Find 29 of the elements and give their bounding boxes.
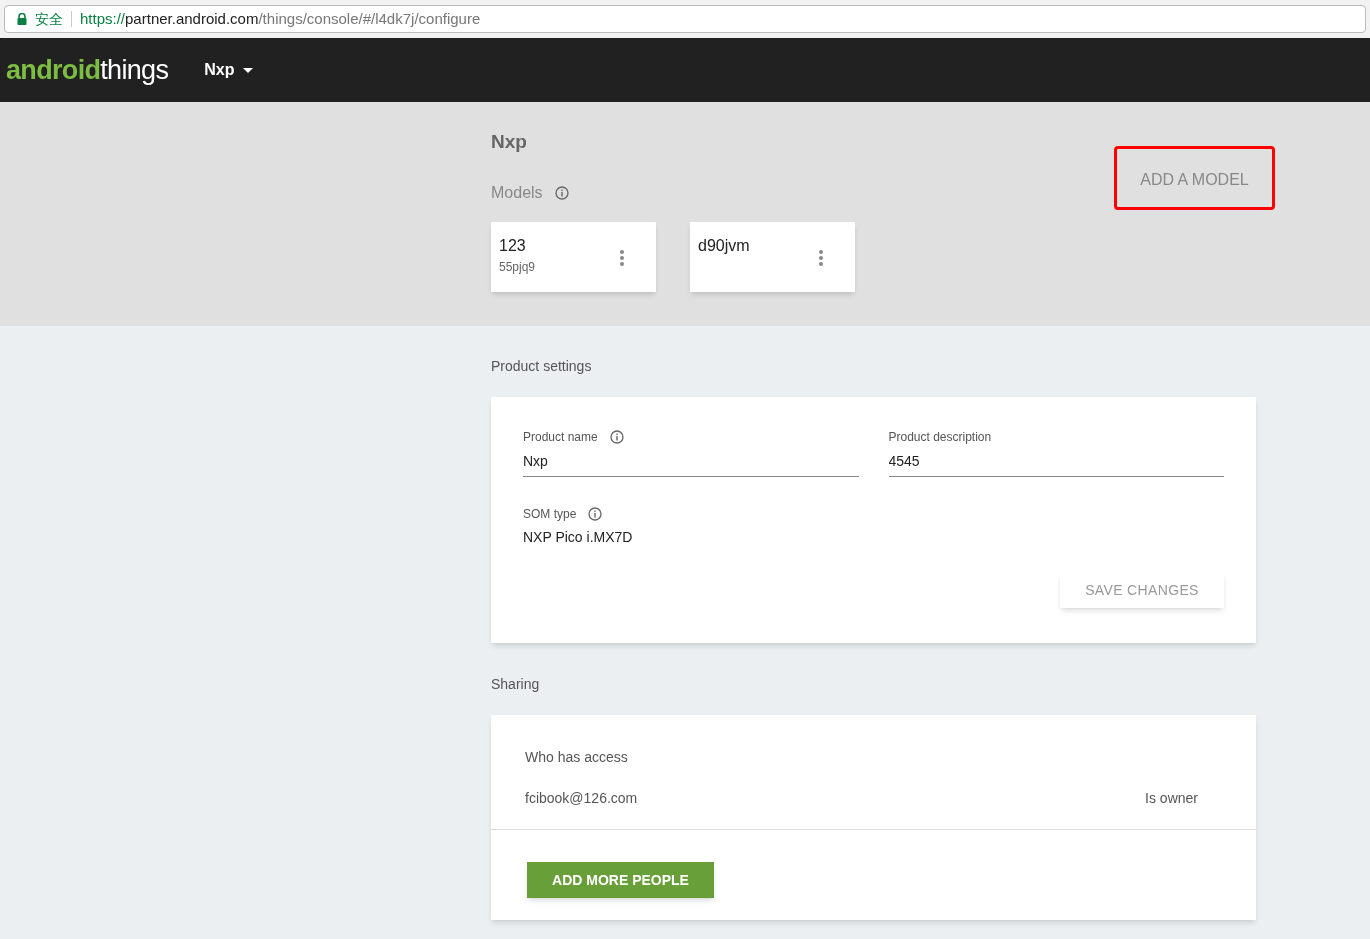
person-role: Is owner — [1145, 789, 1198, 808]
info-icon — [588, 507, 603, 521]
model-id: 55pjq9 — [499, 258, 536, 276]
more-vert-icon[interactable] — [620, 249, 624, 266]
text-field[interactable]: 4545 — [888, 451, 1224, 477]
som-type-value: NXP Pico i.MX7D — [523, 528, 634, 547]
info-icon — [554, 185, 569, 200]
field-label: Product name — [523, 429, 598, 446]
field-label: SOM type — [523, 506, 577, 523]
section-heading: Product settings — [491, 357, 593, 376]
who-has-access-label: Who has access — [525, 748, 629, 767]
more-vert-icon[interactable] — [819, 249, 823, 266]
model-name: 123 — [499, 237, 527, 254]
model-name: d90jvm — [698, 237, 750, 254]
person-email: fcibook@126.com — [525, 789, 638, 808]
field-label: Product description — [888, 429, 992, 446]
product-title: Nxp — [491, 130, 528, 154]
caret-icon — [242, 67, 253, 73]
android-things-logo: androidthings — [6, 53, 169, 87]
model-card[interactable]: 123 55pjq9 — [491, 221, 656, 292]
address-bar[interactable]: 安全 https://partner.android.com/things/console/#/l4dk7j/configure — [4, 5, 1366, 33]
product-dropdown[interactable]: Nxp — [204, 58, 253, 82]
lock-icon — [17, 13, 27, 25]
section-heading: Sharing — [491, 675, 541, 694]
text-field[interactable]: Nxp — [523, 451, 859, 477]
secure-label: 安全 — [35, 9, 63, 29]
url-text: https://partner.android.com/things/console/#/l4dk7j/configure — [80, 8, 481, 29]
model-card[interactable]: d90jvm — [690, 221, 855, 292]
models-label: Models — [491, 182, 543, 203]
